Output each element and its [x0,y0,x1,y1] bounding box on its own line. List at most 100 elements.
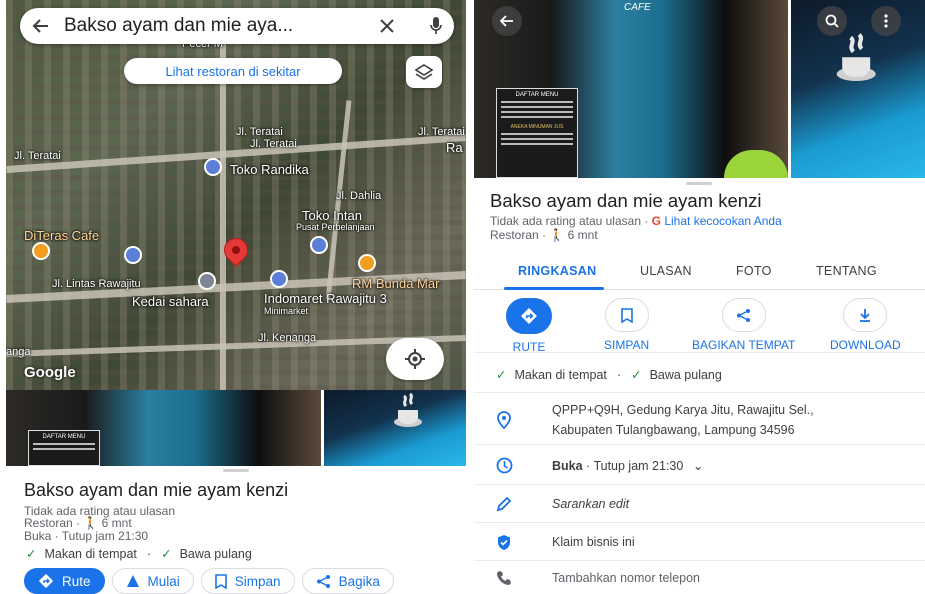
search-query[interactable]: Bakso ayam dan mie aya... [64,15,380,37]
google-g-icon: G [651,214,661,228]
coffee-logo-icon [394,392,422,427]
start-button[interactable]: Mulai [111,568,194,594]
add-phone-row[interactable]: Tambahkan nomor telepon [474,560,925,594]
bookmark-icon [620,307,633,323]
map-label: Toko Randika [230,162,309,177]
sheet-handle[interactable] [223,469,249,472]
map-label: Toko Intan [302,208,362,223]
service-options-row: ✓ Makan di tempat · ✓ Bawa pulang [474,352,925,392]
search-button[interactable] [817,6,847,36]
google-logo: Google [24,364,76,381]
layers-button[interactable] [406,56,442,88]
service-dine-in: Makan di tempat [514,367,607,382]
claim-business-row[interactable]: Klaim bisnis ini [474,522,925,560]
satellite-map[interactable]: Pecer M Jl. Teratai Jl. Teratai Jl. Tera… [6,0,466,390]
save-button[interactable]: Simpan [200,568,295,594]
claim-business-text: Klaim bisnis ini [552,535,635,549]
map-label: anga [6,346,31,358]
map-label: Jl. Teratai [250,138,297,150]
share-button[interactable] [721,298,766,332]
tab-about[interactable]: TENTANG [816,264,877,278]
photo-strip[interactable]: DAFTAR MENU [6,390,466,466]
address-row[interactable]: QPPP+Q9H, Gedung Karya Jitu, Rawajitu Se… [474,392,925,444]
save-action[interactable]: SIMPAN [604,298,649,352]
shop-marker-icon[interactable] [310,236,328,254]
shop-marker-icon[interactable] [124,246,142,264]
save-label: Simpan [234,573,281,589]
map-label: Jl. Dahlia [336,190,382,202]
download-action[interactable]: DOWNLOAD [830,298,901,352]
active-tab-indicator [504,287,604,290]
map-label: Kedai sahara [132,294,209,309]
match-link[interactable]: Lihat kecocokan Anda [664,214,781,228]
place-photo[interactable]: DAFTAR MENU [6,390,321,466]
route-action[interactable]: RUTE [506,298,552,354]
mic-icon[interactable] [430,17,442,35]
map-label: Indomaret Rawajitu 3 [264,291,387,306]
arrow-left-icon[interactable] [32,17,50,35]
tab-photos[interactable]: FOTO [736,264,772,278]
map-label: Jl. Lintas Rawajitu [52,278,141,290]
share-button[interactable]: Bagika [301,568,394,594]
more-vert-icon [884,14,888,28]
back-button[interactable] [492,6,522,36]
tab-reviews[interactable]: ULASAN [640,264,692,278]
check-icon: ✓ [496,368,507,382]
service-takeaway: Bawa pulang [649,367,722,382]
restaurant-marker-icon[interactable] [32,242,50,260]
my-location-button[interactable] [386,338,444,380]
shop-marker-icon[interactable] [204,158,222,176]
close-icon[interactable] [380,19,394,33]
map-label: Jl. Kenanga [258,332,317,344]
category-text: Restoran · [24,516,84,530]
menu-board: DAFTAR MENU [28,430,100,466]
tab-summary[interactable]: RINGKASAN [518,264,596,278]
search-bar[interactable]: Bakso ayam dan mie aya... [20,8,454,44]
share-icon [316,574,331,589]
place-marker-icon[interactable] [198,272,216,290]
sheet-handle[interactable] [686,182,712,185]
menu-board-sub: ANEKA MINUMAN JUS [510,124,564,130]
place-photo[interactable]: CAFE DAFTAR MENU ANEKA MINUMAN JUS [474,0,788,178]
save-button[interactable] [604,298,649,332]
route-button[interactable]: Rute [24,568,105,594]
shop-marker-icon[interactable] [270,270,288,288]
left-screen: Pecer M Jl. Teratai Jl. Teratai Jl. Tera… [6,0,466,594]
suggest-edit-row[interactable]: Sarankan edit [474,484,925,522]
hours-row[interactable]: Buka · Tutup jam 21:30 ⌄ [474,444,925,484]
service-dine-in: Makan di tempat [44,546,137,561]
place-photo[interactable] [324,390,466,466]
share-action[interactable]: BAGIKAN TEMPAT [692,298,795,352]
coffee-logo-icon [836,33,876,81]
map-label: Minimarket [264,306,309,316]
place-sheet[interactable]: Bakso ayam dan mie ayam kenzi Tidak ada … [6,466,466,594]
map-label: Jl. Teratai [418,126,465,138]
walking-icon: 🚶 [549,228,565,242]
service-takeaway: Bawa pulang [179,546,252,561]
hours-text: Buka · Tutup jam 21:30 ⌄ [552,458,703,473]
check-icon: ✓ [631,368,642,382]
place-details[interactable]: Bakso ayam dan mie ayam kenzi Tidak ada … [474,178,925,594]
photo-header[interactable]: CAFE DAFTAR MENU ANEKA MINUMAN JUS [474,0,925,178]
place-name: Bakso ayam dan mie ayam kenzi [24,480,289,500]
separator: · [146,546,152,561]
map-label: DiTeras Cafe [24,228,100,243]
bookmark-icon [214,573,227,589]
suggest-edit-text: Sarankan edit [552,497,630,511]
download-button[interactable] [843,298,888,332]
map-label: Jl. Teratai [236,126,283,138]
nearby-restaurants-chip[interactable]: Lihat restoran di sekitar [124,58,342,84]
category-line: Restoran · 🚶 6 mnt [24,516,132,530]
chevron-down-icon[interactable]: ⌄ [693,459,703,473]
route-label: Rute [62,573,91,589]
share-label: BAGIKAN TEMPAT [692,338,796,352]
more-options-button[interactable] [871,6,901,36]
walking-icon: 🚶 [83,516,99,530]
layers-icon [415,64,433,80]
walk-time: 6 mnt [101,516,132,530]
share-label: Bagika [338,573,380,589]
restaurant-marker-icon[interactable] [358,254,376,272]
place-photo[interactable] [791,0,925,178]
route-button[interactable] [506,298,552,334]
action-chips: Rute Mulai Simpan Bagika [24,568,394,594]
